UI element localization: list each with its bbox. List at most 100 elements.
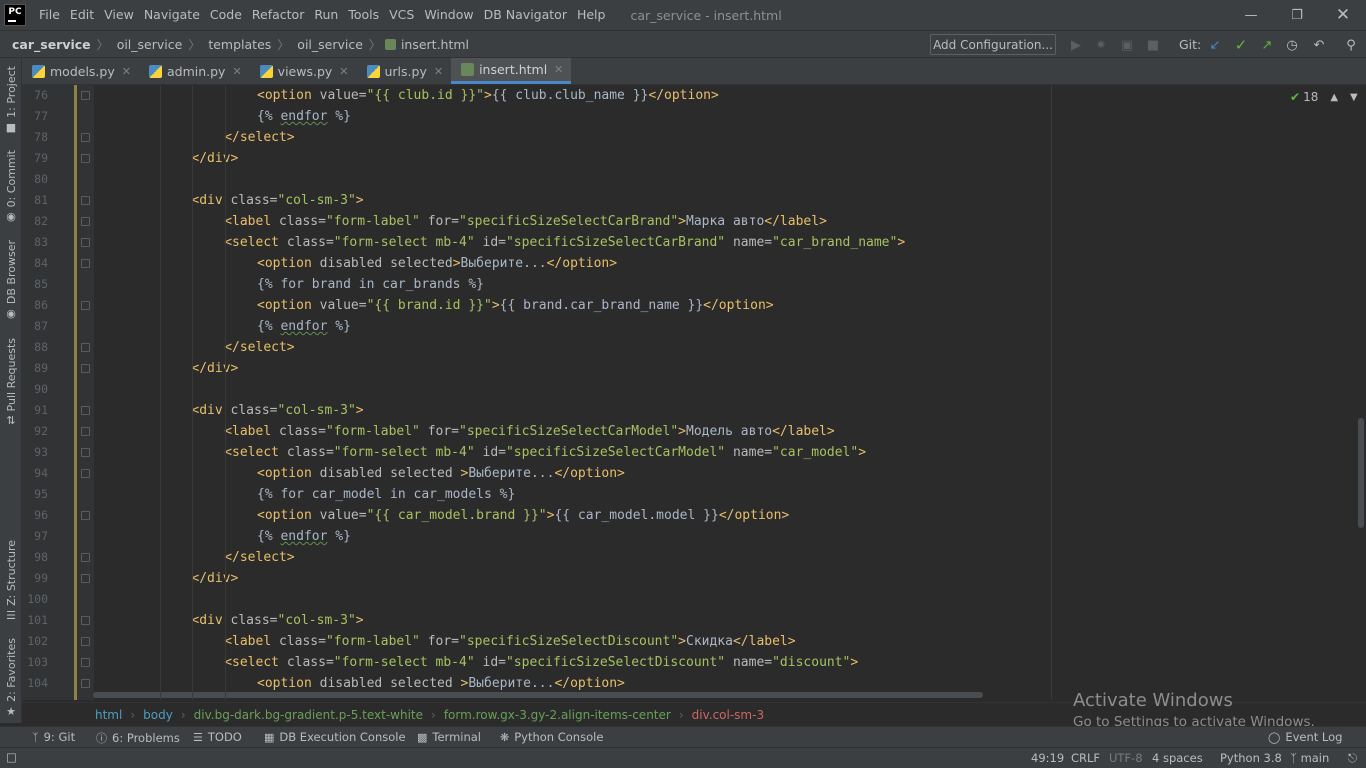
- breadcrumb-body[interactable]: body: [143, 708, 173, 722]
- tool-db-console[interactable]: ▦ DB Execution Console: [264, 730, 406, 744]
- toggle-tool-windows-icon[interactable]: □: [6, 750, 17, 764]
- code-line[interactable]: <select class="form-select mb-4" id="spe…: [224, 232, 905, 253]
- menu-help[interactable]: Help: [572, 0, 611, 30]
- line-number[interactable]: 86: [22, 295, 48, 316]
- fold-marker-icon[interactable]: [81, 553, 90, 562]
- code-line[interactable]: <label class="form-label" for="specificS…: [224, 211, 827, 232]
- tool-favorites[interactable]: 2: Favorites ★: [0, 638, 22, 718]
- close-icon[interactable]: ✕: [1320, 0, 1366, 30]
- line-number[interactable]: 76: [22, 85, 48, 106]
- code-line[interactable]: <option disabled selected>Выберите...</o…: [257, 253, 617, 274]
- fold-marker-icon[interactable]: [81, 637, 90, 646]
- menu-code[interactable]: Code: [205, 0, 247, 30]
- history-icon[interactable]: ◷: [1283, 36, 1301, 54]
- tab-views-py[interactable]: views.py ✕: [250, 58, 357, 84]
- code-editor[interactable]: <option value="{{ club.id }}">{{ club.cl…: [94, 85, 1358, 700]
- git-commit-icon[interactable]: ✓: [1232, 36, 1250, 54]
- code-line[interactable]: <div class="col-sm-3">: [191, 400, 363, 421]
- tool-python-console[interactable]: ❋ Python Console: [500, 730, 603, 744]
- python-interpreter[interactable]: Python 3.8: [1220, 751, 1282, 765]
- menu-edit[interactable]: Edit: [65, 0, 99, 30]
- stop-icon[interactable]: ■: [1144, 36, 1162, 54]
- close-tab-icon[interactable]: ✕: [122, 65, 131, 78]
- minimize-icon[interactable]: —: [1228, 0, 1274, 30]
- code-line[interactable]: <select class="form-select mb-4" id="spe…: [224, 442, 866, 463]
- line-number[interactable]: 97: [22, 526, 48, 547]
- code-line[interactable]: </div>: [191, 358, 238, 379]
- fold-marker-icon[interactable]: [81, 364, 90, 373]
- code-line[interactable]: {% for car_model in car_models %}: [257, 484, 515, 505]
- menu-file[interactable]: File: [34, 0, 65, 30]
- tab-insert-html[interactable]: insert.html ✕: [451, 58, 572, 84]
- close-tab-icon[interactable]: ✕: [232, 65, 241, 78]
- line-number[interactable]: 101: [22, 610, 48, 631]
- chevron-down-icon[interactable]: ▼: [1350, 92, 1358, 103]
- code-line[interactable]: <div class="col-sm-3">: [191, 190, 363, 211]
- fold-marker-icon[interactable]: [81, 196, 90, 205]
- line-number[interactable]: 98: [22, 547, 48, 568]
- tool-problems[interactable]: ⓘ 6: Problems: [96, 730, 180, 746]
- fold-marker-icon[interactable]: [81, 91, 90, 100]
- line-number[interactable]: 80: [22, 169, 48, 190]
- close-tab-icon[interactable]: ✕: [339, 65, 348, 78]
- line-number[interactable]: 83: [22, 232, 48, 253]
- fold-marker-icon[interactable]: [81, 406, 90, 415]
- code-line[interactable]: <label class="form-label" for="specificS…: [224, 421, 835, 442]
- breadcrumb-form[interactable]: form.row.gx-3.gy-2.align-items-center: [444, 708, 671, 722]
- line-number[interactable]: 90: [22, 379, 48, 400]
- git-branch[interactable]: ᛉ main: [1290, 751, 1329, 765]
- code-line[interactable]: <label class="form-label" for="specificS…: [224, 631, 795, 652]
- code-line[interactable]: </div>: [191, 568, 238, 589]
- file-encoding[interactable]: UTF-8: [1109, 751, 1143, 765]
- line-number[interactable]: 79: [22, 148, 48, 169]
- code-line[interactable]: </select>: [224, 127, 294, 148]
- restore-icon[interactable]: ❐: [1274, 0, 1320, 30]
- breadcrumb-html[interactable]: html: [95, 708, 122, 722]
- code-line[interactable]: <option disabled selected >Выберите...</…: [257, 463, 625, 484]
- lock-icon[interactable]: ⎋: [1348, 751, 1357, 766]
- fold-marker-icon[interactable]: [81, 259, 90, 268]
- chevron-up-icon[interactable]: ▲: [1330, 92, 1338, 103]
- tool-commit[interactable]: 0: Commit ◉: [0, 150, 22, 223]
- menu-navigate[interactable]: Navigate: [139, 0, 205, 30]
- fold-marker-icon[interactable]: [81, 448, 90, 457]
- code-line[interactable]: <option value="{{ club.id }}">{{ club.cl…: [257, 85, 719, 106]
- tool-structure[interactable]: Z: Structure ☰: [0, 540, 22, 622]
- tab-admin-py[interactable]: admin.py ✕: [139, 58, 250, 84]
- line-number[interactable]: 85: [22, 274, 48, 295]
- line-number[interactable]: 77: [22, 106, 48, 127]
- nav-crumb-folder[interactable]: oil_service: [289, 37, 363, 52]
- nav-crumb-file[interactable]: insert.html: [381, 37, 469, 52]
- fold-marker-icon[interactable]: [81, 238, 90, 247]
- tool-db-browser[interactable]: DB Browser ◉: [0, 240, 22, 320]
- fold-marker-icon[interactable]: [81, 469, 90, 478]
- line-separator[interactable]: CRLF: [1071, 751, 1100, 765]
- code-line[interactable]: <option value="{{ brand.id }}">{{ brand.…: [257, 295, 774, 316]
- code-line[interactable]: {% for brand in car_brands %}: [257, 274, 484, 295]
- indent-setting[interactable]: 4 spaces: [1152, 751, 1203, 765]
- menu-vcs[interactable]: VCS: [384, 0, 419, 30]
- tab-urls-py[interactable]: urls.py ✕: [357, 58, 452, 84]
- breadcrumb-current[interactable]: div.col-sm-3: [692, 708, 764, 722]
- fold-marker-icon[interactable]: [81, 427, 90, 436]
- tab-models-py[interactable]: models.py ✕: [22, 58, 139, 84]
- code-line[interactable]: </div>: [191, 148, 238, 169]
- line-number[interactable]: 88: [22, 337, 48, 358]
- inspection-widget[interactable]: ✔ 18 ▲ ▼: [1290, 90, 1358, 104]
- fold-marker-icon[interactable]: [81, 343, 90, 352]
- code-line[interactable]: </select>: [224, 337, 294, 358]
- caret-position[interactable]: 49:19: [1031, 751, 1064, 765]
- line-number[interactable]: 82: [22, 211, 48, 232]
- vcs-change-marker[interactable]: [74, 85, 77, 700]
- tool-project[interactable]: 1: Project ■: [0, 66, 22, 134]
- fold-marker-icon[interactable]: [81, 511, 90, 520]
- line-number[interactable]: 94: [22, 463, 48, 484]
- code-line[interactable]: </select>: [224, 547, 294, 568]
- fold-marker-icon[interactable]: [81, 658, 90, 667]
- nav-crumb-project[interactable]: car_service: [0, 37, 91, 52]
- menu-db-navigator[interactable]: DB Navigator: [479, 0, 572, 30]
- line-number[interactable]: 102: [22, 631, 48, 652]
- fold-marker-icon[interactable]: [81, 154, 90, 163]
- tool-todo[interactable]: ☰ TODO: [193, 730, 242, 744]
- fold-marker-icon[interactable]: [81, 574, 90, 583]
